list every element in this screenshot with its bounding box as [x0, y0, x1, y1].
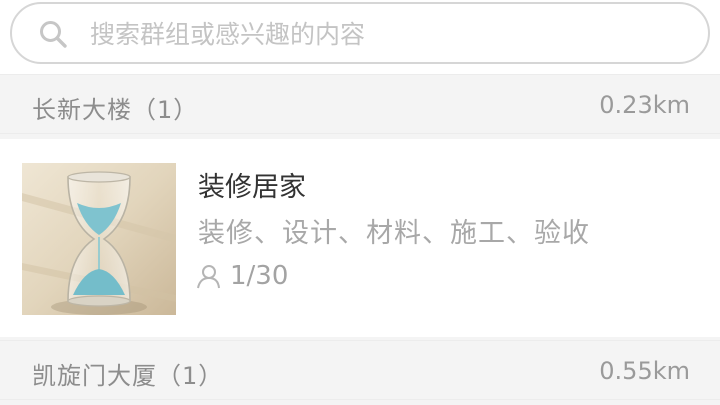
search-input[interactable] [90, 14, 690, 54]
section-distance: 0.23km [599, 91, 690, 119]
group-thumbnail [22, 163, 176, 315]
search-icon [40, 21, 67, 48]
section-header-kaixuanmen[interactable]: 凯旋门大厦（1） 0.55km [0, 340, 720, 400]
group-tags: 装修、设计、材料、施工、验收 [198, 218, 590, 249]
section-name: 长新大楼（1） [32, 96, 199, 124]
section-header-changxin[interactable]: 长新大楼（1） 0.23km [0, 74, 720, 134]
group-title: 装修居家 [198, 172, 306, 203]
hourglass-image [22, 163, 176, 315]
section-name: 凯旋门大厦（1） [32, 362, 224, 390]
search-bar [0, 0, 720, 74]
section-distance: 0.55km [599, 357, 690, 385]
group-search-page: 长新大楼（1） 0.23km [0, 0, 720, 405]
group-list-item[interactable]: 装修居家 装修、设计、材料、施工、验收 1/30 [0, 139, 720, 337]
search-box[interactable] [10, 2, 710, 64]
member-count: 1/30 [230, 261, 289, 291]
person-icon [197, 265, 220, 289]
